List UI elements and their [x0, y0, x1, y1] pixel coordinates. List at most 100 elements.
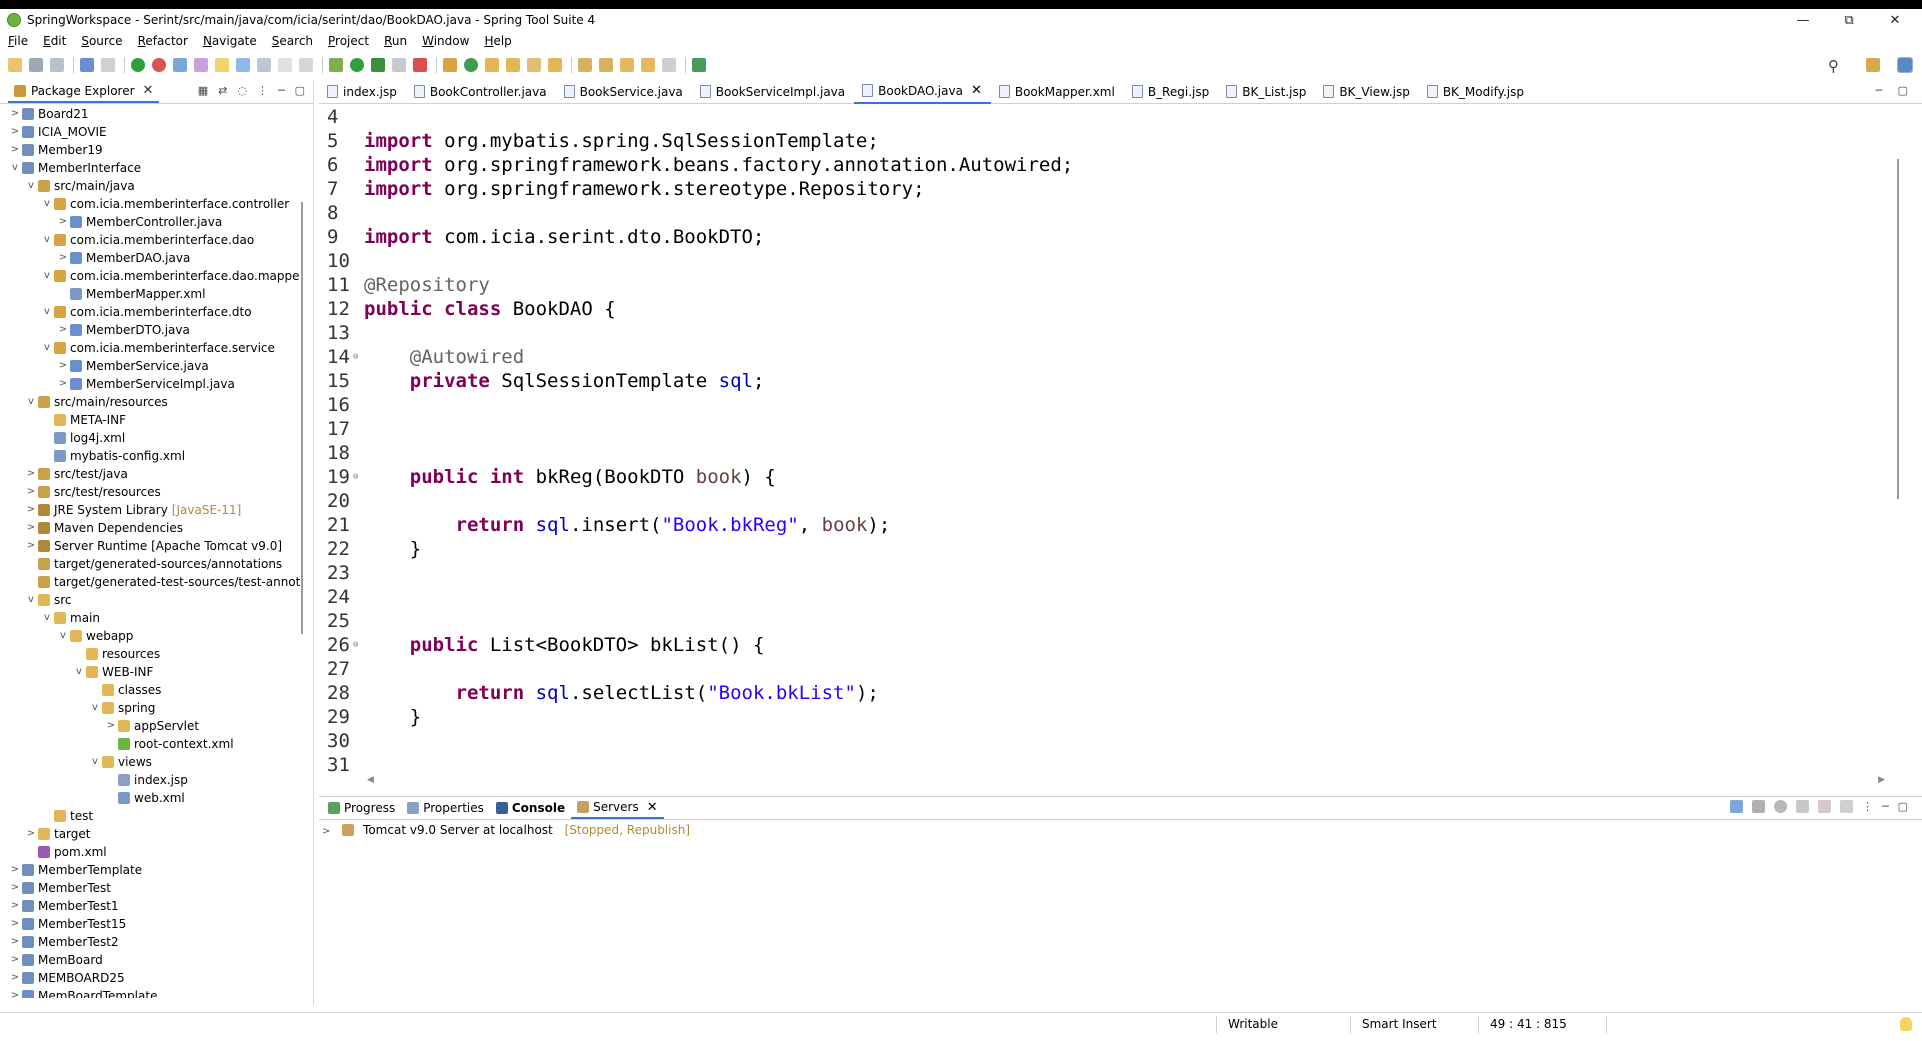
code-line[interactable]: 15 private SqlSessionTemplate sql;	[319, 369, 1889, 393]
scroll-left-icon[interactable]: ◀	[367, 775, 374, 785]
tree-item[interactable]: v spring	[0, 699, 300, 717]
chevron-right-icon[interactable]: >	[10, 123, 20, 141]
save-icon[interactable]	[29, 58, 43, 72]
fold-icon[interactable]: ⊖	[353, 633, 358, 657]
run-icon[interactable]	[350, 58, 364, 72]
chevron-right-icon[interactable]: >	[10, 915, 20, 933]
maximize-button[interactable]: ⧉	[1826, 9, 1872, 31]
save-all-icon[interactable]	[50, 58, 64, 72]
tree-item[interactable]: > MemBoard	[0, 951, 300, 969]
tree-item[interactable]: > MemberTest1	[0, 897, 300, 915]
chevron-right-icon[interactable]: >	[10, 897, 20, 915]
tree-item[interactable]: > MemberTest2	[0, 933, 300, 951]
code-line[interactable]: 9 import com.icia.serint.dto.BookDTO;	[319, 225, 1889, 249]
tree-item[interactable]: resources	[0, 645, 300, 663]
code-line[interactable]: 14 ⊖ @Autowired	[319, 345, 1889, 369]
tree-item[interactable]: v com.icia.memberinterface.dto	[0, 303, 300, 321]
tree-item[interactable]: v com.icia.memberinterface.dao	[0, 231, 300, 249]
menu-refactor[interactable]: Refactor	[138, 34, 188, 48]
panel-tab-properties[interactable]: Properties	[401, 797, 490, 819]
link-with-editor-icon[interactable]: ⇄	[218, 84, 227, 97]
chevron-right-icon[interactable]: >	[58, 321, 68, 339]
tree-item[interactable]: > MemberTemplate	[0, 861, 300, 879]
editor-tab[interactable]: BK_Modify.jsp	[1419, 80, 1533, 104]
code-line[interactable]: 26 ⊖ public List<BookDTO> bkList() {	[319, 633, 1889, 657]
chevron-right-icon[interactable]: >	[58, 357, 68, 375]
tree-item[interactable]: v com.icia.memberinterface.service	[0, 339, 300, 357]
tree-item[interactable]: v MemberInterface	[0, 159, 300, 177]
panel-tab-servers[interactable]: Servers ✕	[571, 797, 664, 819]
chevron-down-icon[interactable]: v	[26, 591, 36, 609]
tree-item[interactable]: > src/test/resources	[0, 483, 300, 501]
panel-tab-console[interactable]: Console	[490, 797, 571, 819]
tree-item[interactable]: > src/test/java	[0, 465, 300, 483]
server-row[interactable]: > Tomcat v9.0 Server at localhost [Stopp…	[322, 821, 690, 839]
minimize-editor-icon[interactable]: ─	[1875, 84, 1882, 97]
chevron-right-icon[interactable]: >	[58, 375, 68, 393]
tree-item[interactable]: > JRE System Library [JavaSE-11]	[0, 501, 300, 519]
code-line[interactable]: 11 @Repository	[319, 273, 1889, 297]
package-explorer-tab[interactable]: Package Explorer ✕	[8, 81, 160, 103]
tree-item[interactable]: v src/main/resources	[0, 393, 300, 411]
tree-item[interactable]: > MemberServiceImpl.java	[0, 375, 300, 393]
start-server-icon[interactable]	[1773, 800, 1787, 813]
tree-item[interactable]: > Member19	[0, 141, 300, 159]
fold-icon[interactable]: ⊖	[353, 465, 358, 489]
chevron-down-icon[interactable]: v	[42, 303, 52, 321]
tree-item[interactable]: > ICIA_MOVIE	[0, 123, 300, 141]
menu-help[interactable]: Help	[484, 34, 511, 48]
tree-item[interactable]: target/generated-test-sources/test-annot…	[0, 573, 300, 591]
open-perspective-icon[interactable]	[1866, 58, 1880, 72]
search-icon[interactable]: ⚲	[1828, 57, 1839, 75]
menu-source[interactable]: Source	[81, 34, 122, 48]
new-java-package-icon[interactable]	[443, 58, 457, 72]
chevron-right-icon[interactable]: >	[26, 501, 36, 519]
maximize-view-icon[interactable]: ▢	[295, 84, 305, 97]
close-icon[interactable]: ✕	[647, 800, 658, 815]
menu-window[interactable]: Window	[422, 34, 469, 48]
menu-run[interactable]: Run	[384, 34, 407, 48]
chevron-right-icon[interactable]: >	[106, 717, 116, 735]
block-selection-icon[interactable]	[236, 58, 250, 72]
editor-tab[interactable]: BK_View.jsp	[1315, 80, 1419, 104]
code-line[interactable]: 25	[319, 609, 1889, 633]
chevron-right-icon[interactable]: >	[26, 483, 36, 501]
code-line[interactable]: 24	[319, 585, 1889, 609]
view-menu-icon[interactable]: ⋮	[257, 84, 268, 97]
java-editor[interactable]: 31 30 29 } 28 return sql.selectList("Book.b…	[319, 104, 1899, 776]
chevron-down-icon[interactable]: v	[42, 195, 52, 213]
chevron-right-icon[interactable]: >	[26, 537, 36, 555]
collapse-all-icon[interactable]: ▦	[198, 84, 208, 97]
chevron-down-icon[interactable]: v	[10, 159, 20, 177]
close-window-button[interactable]: ✕	[1872, 9, 1918, 31]
code-line[interactable]: 16	[319, 393, 1889, 417]
open-project-icon[interactable]	[485, 58, 499, 72]
editor-tab[interactable]: BookServiceImpl.java	[692, 80, 854, 104]
tree-item[interactable]: v com.icia.memberinterface.controller	[0, 195, 300, 213]
chevron-right-icon[interactable]: >	[10, 141, 20, 159]
code-line[interactable]: 13	[319, 321, 1889, 345]
chevron-right-icon[interactable]: >	[10, 861, 20, 879]
maximize-editor-icon[interactable]: ▢	[1898, 84, 1908, 97]
tree-item[interactable]: META-INF	[0, 411, 300, 429]
coverage-icon[interactable]	[371, 58, 385, 72]
code-line[interactable]: 29 }	[319, 705, 1889, 729]
open-task-icon[interactable]	[506, 58, 520, 72]
editor-tab[interactable]: BookController.java	[406, 80, 556, 104]
chevron-right-icon[interactable]: >	[26, 519, 36, 537]
minimize-view-icon[interactable]: ─	[278, 84, 285, 97]
chevron-down-icon[interactable]: v	[42, 231, 52, 249]
fold-icon[interactable]: ⊖	[353, 345, 358, 369]
code-line[interactable]: 7 import org.springframework.stereotype.R…	[319, 177, 1889, 201]
tree-item[interactable]: index.jsp	[0, 771, 300, 789]
menu-project[interactable]: Project	[328, 34, 369, 48]
explorer-vertical-scrollbar[interactable]	[301, 202, 303, 634]
tree-item[interactable]: v WEB-INF	[0, 663, 300, 681]
chevron-right-icon[interactable]: >	[10, 879, 20, 897]
publish-icon[interactable]	[1839, 800, 1853, 813]
debug-server-icon[interactable]	[1751, 800, 1765, 813]
code-line[interactable]: 5 import org.mybatis.spring.SqlSessionTem…	[319, 129, 1889, 153]
tree-item[interactable]: v src/main/java	[0, 177, 300, 195]
code-line[interactable]: 6 import org.springframework.beans.factor…	[319, 153, 1889, 177]
profile-server-icon[interactable]	[1795, 800, 1809, 813]
